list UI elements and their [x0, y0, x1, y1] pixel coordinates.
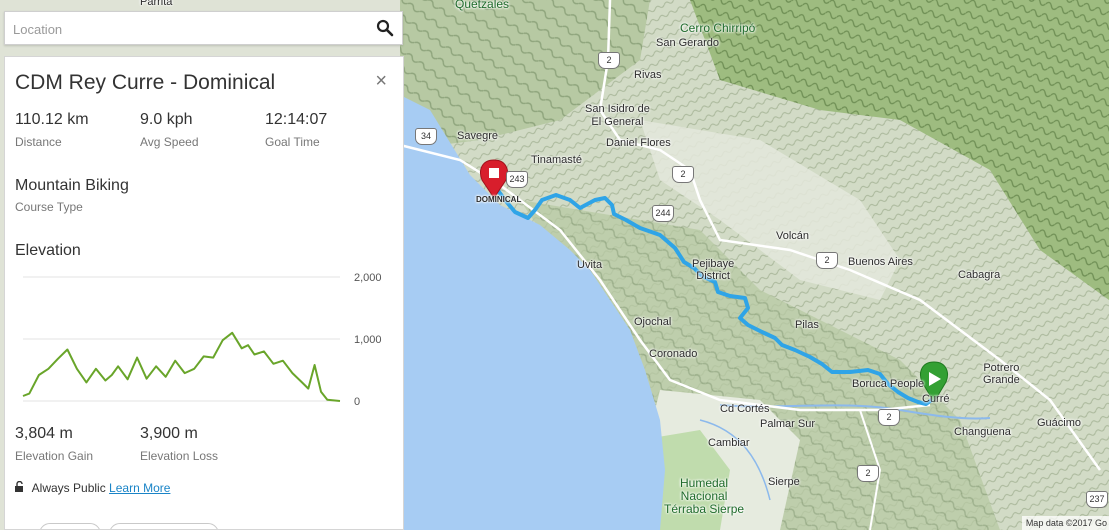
- map-label-humedal: Humedal Nacional Térraba Sierpe: [664, 476, 745, 516]
- road-shield: 2: [816, 252, 838, 269]
- course-title: CDM Rey Curre - Dominical: [15, 71, 276, 94]
- elevation-gain-stat: 3,804 m Elevation Gain: [15, 425, 93, 463]
- avg-speed-stat: 9.0 kph Avg Speed: [140, 111, 199, 149]
- map-label-buenos-aires: Buenos Aires: [848, 256, 913, 268]
- elevation-tick-label: 1,000: [354, 334, 382, 346]
- road-shield: 34: [415, 128, 437, 145]
- road-shield: 237: [1086, 491, 1108, 508]
- elevation-tick-label: 0: [354, 396, 360, 407]
- distance-stat: 110.12 km Distance: [15, 111, 89, 149]
- goal-time-stat: 12:14:07 Goal Time: [265, 111, 327, 149]
- distance-value: 110.12 km: [15, 111, 89, 128]
- course-panel: CDM Rey Curre - Dominical × 110.12 km Di…: [4, 56, 404, 530]
- elevation-gain-label: Elevation Gain: [15, 449, 94, 463]
- road-shield: 2: [878, 409, 900, 426]
- search-icon[interactable]: [376, 19, 394, 37]
- action-button[interactable]: [39, 523, 101, 529]
- elevation-gain-value: 3,804 m: [15, 425, 73, 442]
- map-label-tinamaste: Tinamasté: [531, 154, 582, 166]
- course-type-label: Course Type: [15, 200, 83, 214]
- elevation-chart: 2,000 1,000 0: [22, 272, 382, 407]
- goal-time-label: Goal Time: [265, 135, 320, 149]
- map-label-cerro-chirripo: Cerro Chirripó: [680, 21, 756, 35]
- map-label-cambiar: Cambiar: [708, 437, 750, 449]
- location-search-box: [4, 11, 403, 46]
- road-shield: 2: [857, 465, 879, 482]
- privacy-text: Always Public: [31, 481, 106, 495]
- course-type-value: Mountain Biking: [15, 177, 129, 194]
- map-label-uvita: Uvita: [577, 259, 603, 271]
- map-label-palmar-sur: Palmar Sur: [760, 418, 816, 430]
- elevation-title: Elevation: [15, 242, 81, 259]
- action-button[interactable]: [109, 523, 219, 529]
- elevation-loss-stat: 3,900 m Elevation Loss: [140, 425, 218, 463]
- avg-speed-value: 9.0 kph: [140, 111, 193, 128]
- map-label-cabagra: Cabagra: [958, 269, 1001, 281]
- unlock-icon: [15, 480, 23, 492]
- road-shield: 2: [598, 52, 620, 69]
- privacy-row: Always Public Learn More: [14, 480, 170, 495]
- map-label-cd-cortes: Cd Cortés: [720, 403, 770, 415]
- road-shield: 243: [506, 171, 528, 188]
- map-label-curre: Curré: [922, 393, 950, 405]
- map-label-san-gerardo: San Gerardo: [656, 37, 719, 49]
- map-attribution: Map data ©2017 Go: [1021, 516, 1109, 530]
- map-label-san-isidro: San Isidro de El General: [585, 103, 650, 128]
- elevation-tick-label: 2,000: [354, 272, 382, 284]
- map-label-ojochal: Ojochal: [634, 316, 672, 328]
- map-label-pejibaye: Pejibaye District: [692, 258, 735, 282]
- map-label-dominical: DOMINICAL: [476, 195, 522, 204]
- map-label-parrita: Parrita: [140, 0, 173, 8]
- location-search-input[interactable]: [11, 12, 375, 46]
- map-label-potrero-grande: Potrero Grande: [983, 362, 1020, 386]
- map-label-guacimo: Guácimo: [1037, 417, 1082, 429]
- map-label-rivas: Rivas: [634, 69, 662, 81]
- map-label-savegre: Savegre: [457, 130, 498, 142]
- distance-label: Distance: [15, 135, 62, 149]
- road-shield: 244: [652, 205, 674, 222]
- map-label-changuena: Changuena: [954, 426, 1011, 438]
- elevation-loss-value: 3,900 m: [140, 425, 198, 442]
- goal-time-value: 12:14:07: [265, 111, 328, 128]
- map-label-volcan: Volcán: [776, 230, 810, 242]
- elevation-profile-line: [22, 331, 341, 402]
- map-label-boruca: Boruca People: [852, 378, 925, 390]
- learn-more-link[interactable]: Learn More: [109, 481, 170, 495]
- road-shield: 2: [672, 166, 694, 183]
- map-label-sierpe: Sierpe: [768, 476, 800, 488]
- avg-speed-label: Avg Speed: [140, 135, 199, 149]
- map-label-daniel-flores: Daniel Flores: [606, 137, 671, 149]
- elevation-loss-label: Elevation Loss: [140, 449, 219, 463]
- map-label-pilas: Pilas: [795, 319, 819, 331]
- map-label-quetzales: Quetzales: [455, 0, 510, 11]
- map-label-coronado: Coronado: [649, 348, 698, 360]
- close-icon[interactable]: ×: [375, 71, 387, 91]
